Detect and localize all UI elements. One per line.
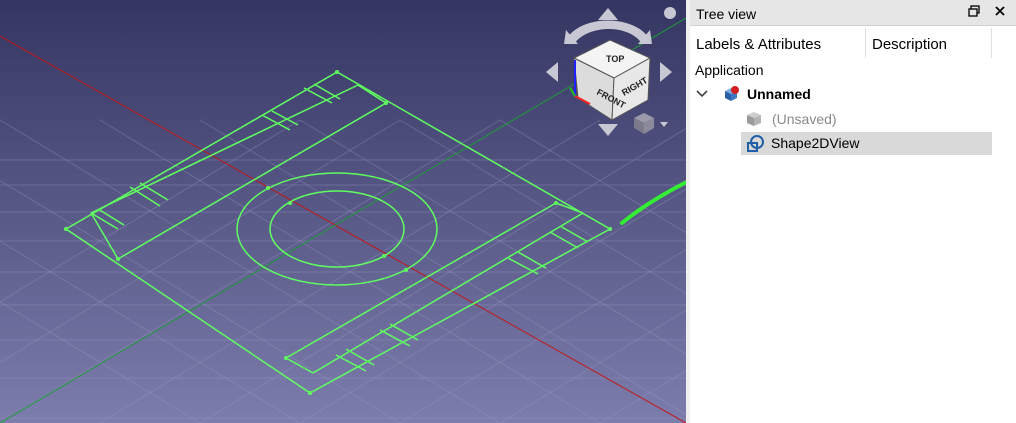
panel-title: Tree view — [696, 6, 757, 22]
chevron-down-icon[interactable] — [696, 83, 708, 111]
tree-item-shape2dview[interactable]: Shape2DView — [741, 132, 992, 155]
restore-icon — [968, 5, 980, 17]
close-panel-button[interactable] — [992, 5, 1008, 21]
column-header-description[interactable]: Description — [866, 28, 992, 58]
float-panel-button[interactable] — [966, 5, 982, 21]
column-header-labels[interactable]: Labels & Attributes — [690, 28, 866, 58]
unsaved-cube-icon — [745, 110, 763, 134]
viewport-canvas[interactable]: FRONT RIGHT TOP — [0, 0, 686, 423]
tree-root-label: Application — [695, 62, 764, 78]
shape2dview-icon — [745, 134, 765, 160]
tree-root-application[interactable]: Application — [690, 59, 992, 81]
tree-item-label: Unnamed — [747, 86, 811, 102]
close-icon — [995, 6, 1005, 16]
nav-cube-top-label: TOP — [606, 54, 624, 64]
panel-title-bar: Tree view — [690, 0, 1016, 26]
tree-item-unnamed[interactable]: Unnamed — [690, 83, 992, 105]
3d-viewport[interactable]: FRONT RIGHT TOP — [0, 0, 686, 423]
document-icon — [722, 85, 740, 109]
tree-view-panel: Tree view Labels & Attributes Descriptio… — [690, 0, 1016, 423]
tree-item-label: Shape2DView — [771, 135, 860, 151]
tree-item-label: (Unsaved) — [772, 111, 837, 127]
nav-menu-dot-icon[interactable] — [664, 7, 676, 19]
tree-item-unsaved[interactable]: (Unsaved) — [690, 108, 992, 130]
